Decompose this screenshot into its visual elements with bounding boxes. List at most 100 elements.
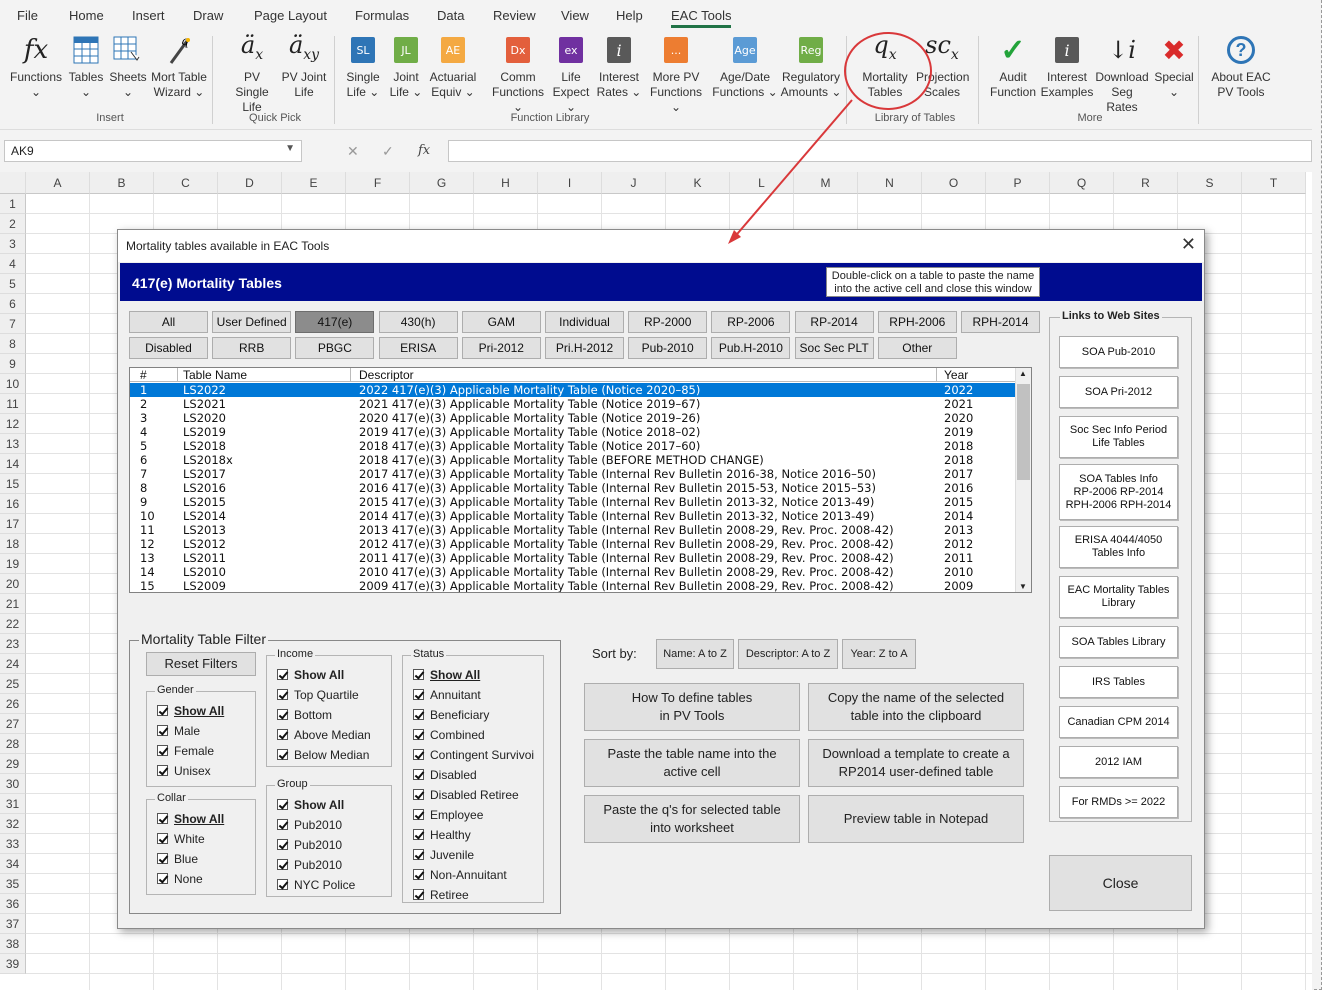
row-header-20[interactable]: 20: [0, 574, 26, 594]
income-checkbox-bottom[interactable]: Bottom: [277, 708, 332, 722]
column-header-K[interactable]: K: [666, 172, 730, 194]
row-header-18[interactable]: 18: [0, 534, 26, 554]
checkbox-icon[interactable]: [277, 859, 288, 870]
income-checkbox-above-median[interactable]: Above Median: [277, 728, 371, 742]
income-checkbox-below-median[interactable]: Below Median: [277, 748, 369, 762]
row-header-5[interactable]: 5: [0, 274, 26, 294]
insert-function-icon[interactable]: fx: [418, 143, 430, 158]
column-header-L[interactable]: L: [730, 172, 794, 194]
gender-checkbox-male[interactable]: Male: [157, 724, 200, 738]
row-header-32[interactable]: 32: [0, 814, 26, 834]
column-header-I[interactable]: I: [538, 172, 602, 194]
tab-eac-tools[interactable]: EAC Tools: [671, 8, 732, 28]
row-header-38[interactable]: 38: [0, 934, 26, 954]
tab-insert[interactable]: Insert: [132, 8, 165, 23]
action-button-6[interactable]: Preview table in Notepad: [808, 795, 1024, 843]
filter-button-rp-2014[interactable]: RP-2014: [794, 311, 874, 333]
checkbox-icon[interactable]: [157, 705, 168, 716]
name-box[interactable]: AK9 ▼: [4, 140, 302, 162]
row-header-15[interactable]: 15: [0, 474, 26, 494]
status-checkbox-employee[interactable]: Employee: [413, 808, 483, 822]
filter-button-individual[interactable]: Individual: [545, 311, 624, 333]
filter-button-other[interactable]: Other: [877, 337, 957, 359]
checkbox-icon[interactable]: [277, 799, 288, 810]
checkbox-icon[interactable]: [413, 689, 424, 700]
checkbox-icon[interactable]: [413, 889, 424, 900]
checkbox-icon[interactable]: [413, 829, 424, 840]
row-header-9[interactable]: 9: [0, 354, 26, 374]
group-checkbox-pub2010[interactable]: Pub2010: [277, 838, 342, 852]
row-header-37[interactable]: 37: [0, 914, 26, 934]
checkbox-icon[interactable]: [413, 729, 424, 740]
filter-button-pbgc[interactable]: PBGC: [295, 337, 375, 359]
row-header-6[interactable]: 6: [0, 294, 26, 314]
column-header-Q[interactable]: Q: [1050, 172, 1114, 194]
row-header-26[interactable]: 26: [0, 694, 26, 714]
status-checkbox-juvenile[interactable]: Juvenile: [413, 848, 474, 862]
gender-checkbox-unisex[interactable]: Unisex: [157, 764, 211, 778]
checkbox-icon[interactable]: [413, 749, 424, 760]
column-header-H[interactable]: H: [474, 172, 538, 194]
column-header-D[interactable]: D: [218, 172, 282, 194]
ribbon-button-functions[interactable]: fx Functions ⌄: [8, 30, 64, 100]
mortality-table-list[interactable]: # Table Name Descriptor Year 1 LS2022 2022…: [129, 367, 1032, 593]
tab-review[interactable]: Review: [493, 8, 536, 23]
collar-checkbox-blue[interactable]: Blue: [157, 852, 198, 866]
tab-data[interactable]: Data: [437, 8, 464, 23]
column-header-M[interactable]: M: [794, 172, 858, 194]
row-header-19[interactable]: 19: [0, 554, 26, 574]
column-header-N[interactable]: N: [858, 172, 922, 194]
row-header-29[interactable]: 29: [0, 754, 26, 774]
ribbon-button-special[interactable]: ✖ Special ⌄: [1152, 30, 1196, 100]
row-header-36[interactable]: 36: [0, 894, 26, 914]
row-header-25[interactable]: 25: [0, 674, 26, 694]
filter-button-rph-2014[interactable]: RPH-2014: [961, 311, 1040, 333]
ribbon-button-audit[interactable]: ✓ Audit Function: [988, 30, 1038, 100]
table-row[interactable]: 11 LS2013 2013 417(e)(3) Applicable Mortal…: [130, 523, 1016, 537]
corner-select-all[interactable]: [0, 172, 26, 194]
gender-checkbox-female[interactable]: Female: [157, 744, 214, 758]
row-header-35[interactable]: 35: [0, 874, 26, 894]
ribbon-button-life[interactable]: ex Life Expect ⌄: [548, 30, 594, 115]
link-button-soc-sec-info-period-life-tables[interactable]: Soc Sec Info Period Life Tables: [1059, 416, 1178, 458]
ribbon-button-interest[interactable]: i Interest Rates ⌄: [596, 30, 642, 100]
link-button-soa-pub-2010[interactable]: SOA Pub-2010: [1059, 336, 1178, 368]
link-button-canadian-cpm-2014[interactable]: Canadian CPM 2014: [1059, 706, 1178, 738]
table-row[interactable]: 13 LS2011 2011 417(e)(3) Applicable Mortal…: [130, 551, 1016, 565]
row-header-14[interactable]: 14: [0, 454, 26, 474]
table-row[interactable]: 8 LS2016 2016 417(e)(3) Applicable Mortali…: [130, 481, 1016, 495]
cancel-icon[interactable]: ✕: [347, 143, 359, 160]
row-header-13[interactable]: 13: [0, 434, 26, 454]
checkbox-icon[interactable]: [277, 879, 288, 890]
row-header-33[interactable]: 33: [0, 834, 26, 854]
action-button-3[interactable]: Paste the table name into the active cel…: [584, 739, 800, 787]
status-checkbox-combined[interactable]: Combined: [413, 728, 485, 742]
ribbon-button-pv-single[interactable]: äx PV Single Life: [226, 30, 278, 115]
column-header-O[interactable]: O: [922, 172, 986, 194]
filter-button-all[interactable]: All: [129, 311, 208, 333]
column-header-J[interactable]: J: [602, 172, 666, 194]
list-scrollbar[interactable]: ▲ ▼: [1015, 368, 1031, 592]
row-header-31[interactable]: 31: [0, 794, 26, 814]
table-row[interactable]: 6 LS2018x 2018 417(e)(3) Applicable Mortal…: [130, 453, 1016, 467]
filter-button-417-e-[interactable]: 417(e): [295, 311, 375, 333]
table-row[interactable]: 2 LS2021 2021 417(e)(3) Applicable Mortali…: [130, 397, 1016, 411]
link-button-2012-iam[interactable]: 2012 IAM: [1059, 746, 1178, 778]
status-checkbox-contingent-survivoi[interactable]: Contingent Survivoi: [413, 748, 534, 762]
status-checkbox-show-all[interactable]: Show All: [413, 668, 480, 682]
row-header-34[interactable]: 34: [0, 854, 26, 874]
filter-button-pub-h-2010[interactable]: Pub.H-2010: [711, 337, 791, 359]
row-header-8[interactable]: 8: [0, 334, 26, 354]
checkbox-icon[interactable]: [157, 873, 168, 884]
action-button-5[interactable]: Paste the q's for selected table into wo…: [584, 795, 800, 843]
table-row[interactable]: 12 LS2012 2012 417(e)(3) Applicable Mortal…: [130, 537, 1016, 551]
ribbon-button-sheets[interactable]: Sheets ⌄: [108, 30, 148, 100]
ribbon-button-download[interactable]: ↓i Download Seg Rates: [1094, 30, 1150, 115]
checkbox-icon[interactable]: [413, 849, 424, 860]
reset-filters-button[interactable]: Reset Filters: [146, 652, 256, 676]
tab-home[interactable]: Home: [69, 8, 104, 23]
table-row[interactable]: 14 LS2010 2010 417(e)(3) Applicable Mortal…: [130, 565, 1016, 579]
ribbon-button-about-eac[interactable]: ? About EAC PV Tools: [1210, 30, 1272, 100]
scroll-up-icon[interactable]: ▲: [1019, 369, 1027, 378]
row-header-30[interactable]: 30: [0, 774, 26, 794]
